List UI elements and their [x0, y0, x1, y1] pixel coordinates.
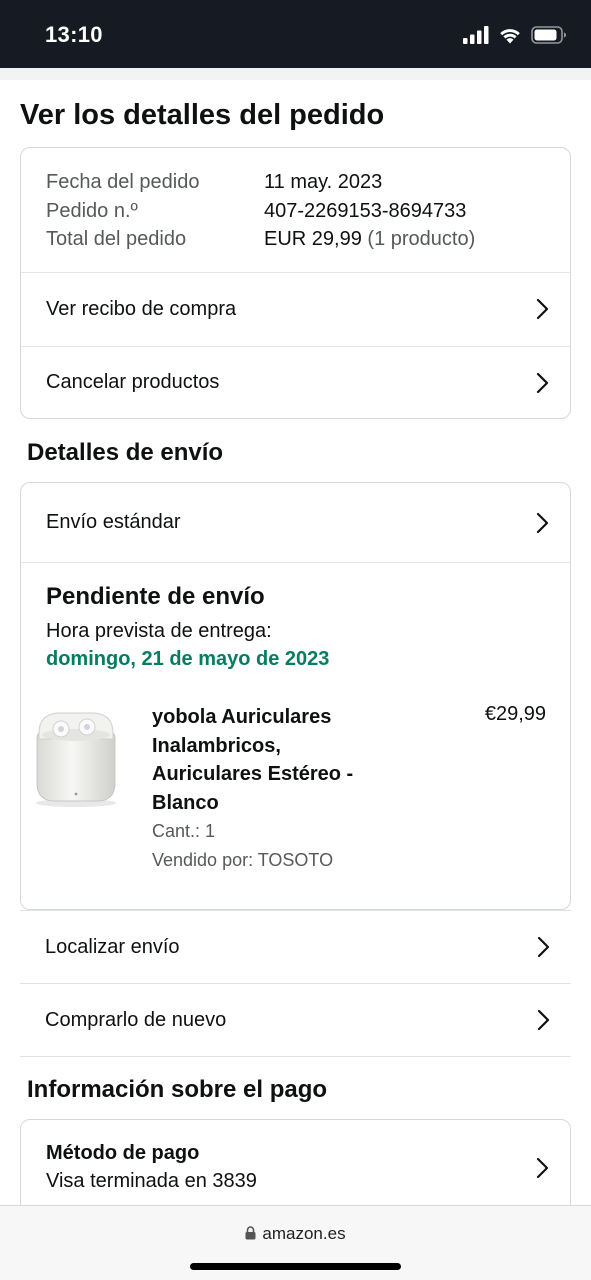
order-date-row: Fecha del pedido 11 may. 2023 — [46, 168, 545, 197]
shipping-method-row[interactable]: Envío estándar — [21, 483, 570, 563]
order-total-count: (1 producto) — [367, 228, 476, 250]
payment-section-title: Información sobre el pago — [27, 1076, 328, 1103]
shipping-section-title: Detalles de envío — [27, 439, 224, 466]
order-summary: Fecha del pedido 11 may. 2023 Pedido n.º… — [21, 148, 570, 273]
order-number-value: 407-2269153-8694733 — [264, 199, 467, 222]
battery-icon — [531, 26, 566, 44]
order-total-label: Total del pedido — [46, 228, 187, 250]
status-icons — [463, 24, 567, 46]
cancel-items-row[interactable]: Cancelar productos — [21, 345, 570, 419]
chevron-right-icon — [537, 936, 550, 958]
order-summary-card: Fecha del pedido 11 may. 2023 Pedido n.º… — [20, 147, 571, 419]
eta-label: Hora prevista de entrega: — [46, 620, 272, 642]
track-package-row[interactable]: Localizar envío — [20, 911, 571, 984]
order-number-label: Pedido n.º — [46, 199, 138, 222]
item-seller: Vendido por: TOSOTO — [152, 850, 334, 870]
order-total-row: Total del pedido EUR 29,99 (1 producto) — [46, 225, 545, 254]
top-strip — [0, 68, 591, 80]
buy-again-label: Comprarlo de nuevo — [45, 1008, 227, 1031]
view-receipt-label: Ver recibo de compra — [46, 297, 237, 320]
cancel-items-label: Cancelar productos — [46, 371, 220, 393]
product-image[interactable] — [31, 699, 121, 809]
status-bar: 13:10 — [0, 0, 591, 68]
page-title: Ver los detalles del pedido — [20, 99, 385, 131]
status-time: 13:10 — [45, 22, 103, 47]
chevron-right-icon — [537, 1009, 550, 1031]
lock-icon — [245, 1226, 256, 1240]
shipment-status: Pendiente de envío Hora prevista de entr… — [21, 563, 570, 671]
order-total-value: EUR 29,99 (1 producto) — [264, 225, 475, 254]
divider — [20, 910, 571, 911]
track-package-label: Localizar envío — [45, 935, 180, 958]
wifi-icon — [500, 29, 520, 44]
payment-method-value: Visa terminada en 3839 — [46, 1170, 257, 1192]
signal-icon — [463, 26, 489, 44]
eta-date: domingo, 21 de mayo de 2023 — [46, 648, 330, 670]
buy-again-row[interactable]: Comprarlo de nuevo — [20, 984, 571, 1057]
shipping-card: Envío estándar Pendiente de envío Hora p… — [20, 482, 571, 910]
order-date-value: 11 may. 2023 — [264, 171, 383, 193]
shipment-status-title: Pendiente de envío — [46, 583, 265, 610]
order-number-row: Pedido n.º 407-2269153-8694733 — [46, 197, 545, 226]
item-quantity: Cant.: 1 — [152, 821, 216, 841]
chevron-right-icon — [536, 512, 549, 533]
item-price: €29,99 — [484, 703, 546, 725]
payment-method-title: Método de pago — [46, 1142, 200, 1164]
order-date-label: Fecha del pedido — [46, 171, 200, 193]
browser-bar: amazon.es — [0, 1205, 591, 1280]
payment-method-row[interactable]: Método de pago Visa terminada en 3839 — [21, 1120, 570, 1215]
item-title[interactable]: yobola Auriculares Inalambricos, Auricul… — [152, 703, 392, 817]
home-indicator[interactable] — [190, 1263, 401, 1270]
view-receipt-row[interactable]: Ver recibo de compra — [21, 273, 570, 346]
shipping-method-label: Envío estándar — [46, 511, 181, 533]
chevron-right-icon — [536, 1157, 549, 1178]
chevron-right-icon — [536, 298, 549, 320]
order-item: yobola Auriculares Inalambricos, Auricul… — [21, 671, 570, 901]
order-total-amount: EUR 29,99 — [264, 228, 362, 250]
url-text: amazon.es — [262, 1224, 346, 1243]
chevron-right-icon — [536, 372, 549, 393]
address-bar[interactable]: amazon.es — [0, 1224, 591, 1244]
